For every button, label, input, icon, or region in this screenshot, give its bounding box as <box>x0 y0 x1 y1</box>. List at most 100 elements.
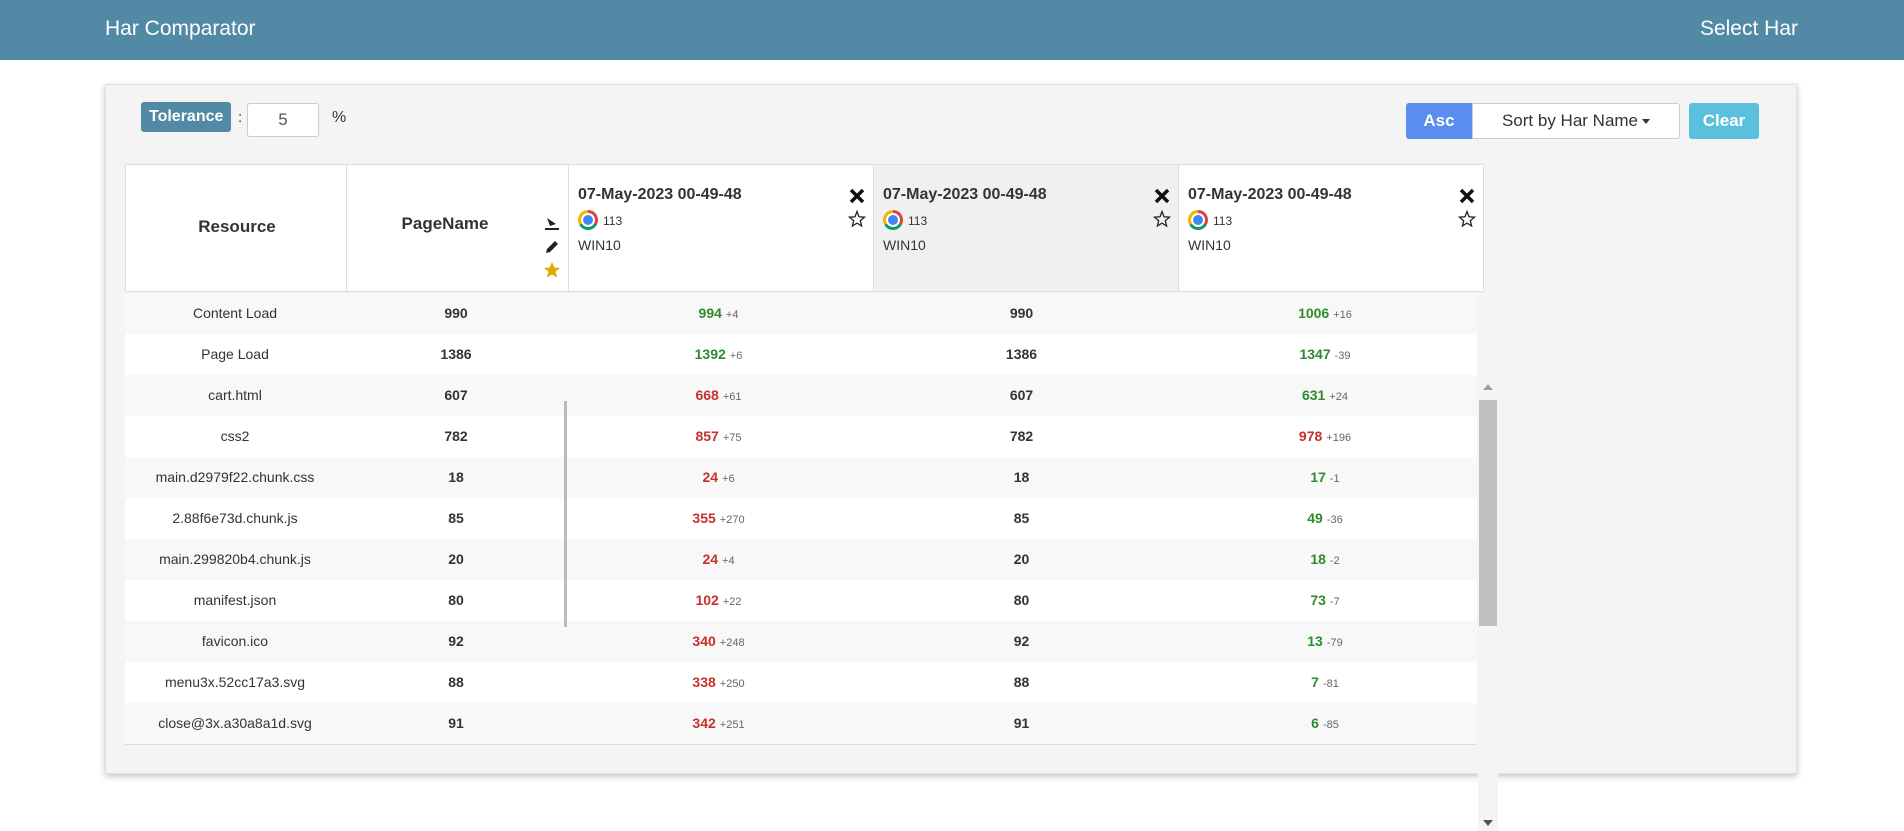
comparison-panel: Tolerance : 5 % Asc Sort by Har Name Cle… <box>105 84 1797 831</box>
tolerance-input[interactable]: 5 <box>247 103 319 137</box>
har-3-delta: +24 <box>1329 391 1349 403</box>
scroll-thumb[interactable] <box>1479 400 1497 626</box>
har-3-cell: 6 -85 <box>1174 703 1476 744</box>
har-1-delta: +248 <box>719 637 745 649</box>
table-scrollbar[interactable] <box>1478 379 1498 831</box>
har-2-cell: 92 <box>1013 633 1030 649</box>
har-os: WIN10 <box>578 237 621 253</box>
har-1-value: 994 <box>698 305 722 321</box>
har-1-cell: 24 +6 <box>568 457 869 498</box>
har-header-1: 07-May-2023 00-49-48 113 WIN10 <box>569 164 874 292</box>
resource-cell: Content Load <box>192 305 278 321</box>
table-row: css2 782 857 +75 782 978 +196 <box>125 416 1477 458</box>
column-resize-handle[interactable] <box>564 401 567 627</box>
har-1-value: 102 <box>695 592 719 608</box>
table-row: menu3x.52cc17a3.svg 88 338 +250 88 7 -81 <box>125 662 1477 704</box>
har-1-value: 1392 <box>694 346 726 362</box>
pencil-icon[interactable] <box>543 238 561 256</box>
close-icon[interactable] <box>1458 187 1476 205</box>
pagename-cell: 85 <box>448 510 464 526</box>
har-3-delta: -7 <box>1329 596 1340 608</box>
table-row: close@3x.a30a8a1d.svg 91 342 +251 91 6 -85 <box>125 703 1477 745</box>
resource-cell: main.299820b4.chunk.js <box>159 551 311 567</box>
har-3-delta: -39 <box>1334 350 1351 362</box>
star-filled-icon[interactable] <box>543 261 561 279</box>
sort-dropdown[interactable]: Sort by Har Name <box>1472 103 1680 139</box>
browser-version: 113 <box>1213 214 1233 228</box>
har-3-delta: +196 <box>1326 432 1352 444</box>
clear-button[interactable]: Clear <box>1689 103 1759 139</box>
table-row: favicon.ico 92 340 +248 92 13 -79 <box>125 621 1477 663</box>
har-3-cell: 1006 +16 <box>1174 293 1476 334</box>
close-icon[interactable] <box>1153 187 1171 205</box>
har-3-delta: -81 <box>1322 678 1339 690</box>
har-header-2: 07-May-2023 00-49-48 113 WIN10 <box>874 164 1179 292</box>
select-har-link[interactable]: Select Har <box>1700 17 1798 41</box>
har-3-value: 1006 <box>1298 305 1330 321</box>
navbar: Har Comparator Select Har <box>0 0 1904 60</box>
har-3-value: 49 <box>1307 510 1323 526</box>
har-1-delta: +75 <box>722 432 742 444</box>
table-row: main.d2979f22.chunk.css 18 24 +6 18 17 -1 <box>125 457 1477 499</box>
resource-cell: main.d2979f22.chunk.css <box>155 469 315 485</box>
har-1-cell: 102 +22 <box>568 580 869 621</box>
chrome-icon <box>883 210 903 230</box>
har-1-cell: 340 +248 <box>568 621 869 662</box>
har-1-delta: +22 <box>722 596 742 608</box>
har-3-value: 73 <box>1310 592 1326 608</box>
header-resource: Resource <box>125 164 347 292</box>
pagename-header: PageName <box>401 214 489 233</box>
star-icon[interactable] <box>848 210 866 228</box>
har-3-delta: -36 <box>1326 514 1343 526</box>
browser-version: 113 <box>908 214 928 228</box>
har-os: WIN10 <box>1188 237 1231 253</box>
har-1-delta: +4 <box>722 555 735 567</box>
har-1-cell: 1392 +6 <box>568 334 869 375</box>
scroll-down-icon[interactable] <box>1483 820 1493 826</box>
pagename-cell: 92 <box>448 633 464 649</box>
pagename-cell: 18 <box>448 469 464 485</box>
har-1-cell: 994 +4 <box>568 293 869 334</box>
har-2-cell: 607 <box>1009 387 1034 403</box>
har-1-delta: +4 <box>725 309 739 321</box>
star-icon[interactable] <box>1153 210 1171 228</box>
har-1-cell: 857 +75 <box>568 416 869 457</box>
table-row: Page Load 1386 1392 +6 1386 1347 -39 <box>125 334 1477 376</box>
har-1-value: 340 <box>692 633 716 649</box>
har-1-delta: +6 <box>722 473 735 485</box>
table-row: main.299820b4.chunk.js 20 24 +4 20 18 -2 <box>125 539 1477 581</box>
har-1-value: 857 <box>695 428 719 444</box>
app-title[interactable]: Har Comparator <box>105 17 256 41</box>
har-1-delta: +61 <box>722 391 742 403</box>
resource-cell: close@3x.a30a8a1d.svg <box>158 715 312 731</box>
har-3-delta: -85 <box>1322 719 1339 731</box>
pagename-cell: 782 <box>444 428 468 444</box>
har-3-delta: -2 <box>1329 555 1340 567</box>
har-3-cell: 17 -1 <box>1174 457 1476 498</box>
har-3-value: 13 <box>1307 633 1323 649</box>
table-row: 2.88f6e73d.chunk.js 85 355 +270 85 49 -36 <box>125 498 1477 540</box>
pagename-cell: 607 <box>444 387 468 403</box>
har-3-cell: 49 -36 <box>1174 498 1476 539</box>
har-1-delta: +251 <box>719 719 745 731</box>
star-icon[interactable] <box>1458 210 1476 228</box>
resource-cell: favicon.ico <box>201 633 269 649</box>
har-3-delta: -79 <box>1326 637 1343 649</box>
table-row: manifest.json 80 102 +22 80 73 -7 <box>125 580 1477 622</box>
har-3-value: 18 <box>1310 551 1326 567</box>
har-2-cell: 782 <box>1009 428 1034 444</box>
har-3-value: 7 <box>1311 674 1319 690</box>
har-1-value: 355 <box>692 510 716 526</box>
scroll-up-icon[interactable] <box>1483 384 1493 390</box>
pin-icon[interactable] <box>543 215 561 233</box>
har-1-cell: 24 +4 <box>568 539 869 580</box>
asc-button[interactable]: Asc <box>1406 103 1472 139</box>
har-2-cell: 1386 <box>1005 346 1038 362</box>
har-2-cell: 20 <box>1013 551 1030 567</box>
resource-cell: css2 <box>220 428 250 444</box>
chrome-icon <box>1188 210 1208 230</box>
tolerance-label: Tolerance <box>141 102 232 132</box>
close-icon[interactable] <box>848 187 866 205</box>
chrome-icon <box>578 210 598 230</box>
har-2-cell: 88 <box>1013 674 1030 690</box>
